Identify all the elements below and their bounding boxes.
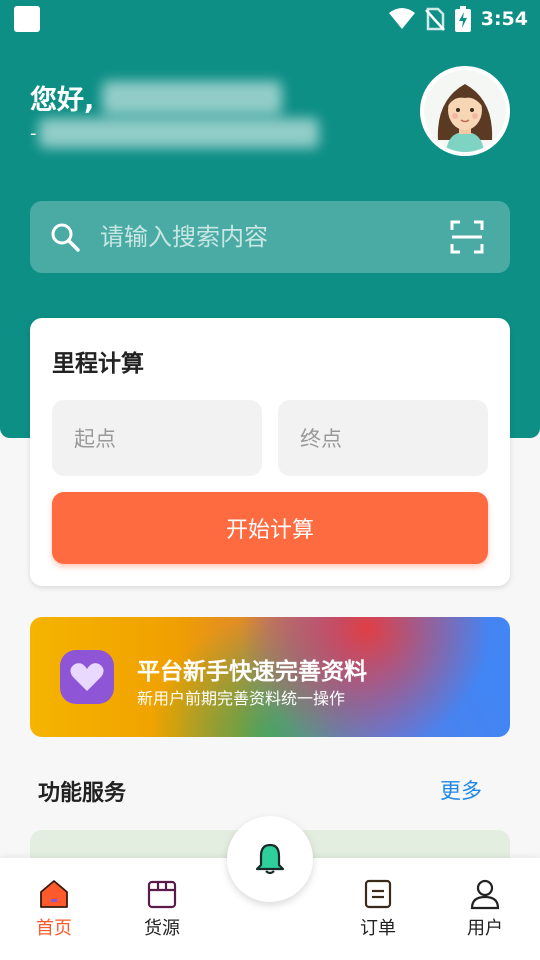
no-sim-icon: [424, 7, 445, 31]
onboarding-banner[interactable]: 平台新手快速完善资料 新用户前期完善资料统一操作: [30, 617, 510, 737]
blurred-user-info: [38, 118, 319, 148]
avatar[interactable]: [420, 66, 510, 156]
subline-prefix: -: [30, 122, 37, 144]
cargo-icon: [147, 880, 177, 909]
home-icon: [40, 880, 68, 908]
wifi-icon: [388, 8, 415, 29]
scan-icon[interactable]: [450, 220, 484, 254]
banner-subtitle: 新用户前期完善资料统一操作: [137, 689, 346, 708]
nav-label-cargo: 货源: [144, 918, 180, 939]
nav-label-orders: 订单: [360, 918, 396, 939]
nav-item-user[interactable]: 用户: [445, 878, 525, 948]
search-icon: [51, 223, 80, 252]
battery-charging-icon: [454, 6, 471, 32]
nav-item-home[interactable]: 首页: [14, 878, 94, 948]
mileage-card: 里程计算 起点 终点 开始计算: [30, 318, 510, 586]
nav-item-cargo[interactable]: 货源: [122, 878, 202, 948]
services-title: 功能服务: [38, 781, 127, 806]
status-time: 3:54: [480, 8, 528, 30]
nav-item-orders[interactable]: 订单: [338, 878, 418, 948]
nav-label-user: 用户: [467, 918, 503, 939]
user-icon: [470, 879, 500, 910]
avatar-girl-icon: [424, 70, 506, 152]
user-subline: -: [30, 118, 319, 148]
status-bar: 3:54: [0, 0, 540, 38]
mileage-title: 里程计算: [52, 351, 144, 377]
order-icon: [364, 879, 392, 909]
greeting: 您好,: [30, 78, 283, 117]
banner-title: 平台新手快速完善资料: [137, 659, 367, 685]
search-bar[interactable]: [30, 201, 510, 273]
end-location-input[interactable]: 终点: [278, 400, 488, 476]
search-input[interactable]: [100, 223, 450, 251]
bell-icon: [255, 843, 285, 875]
nav-label-home: 首页: [36, 918, 72, 939]
notification-bell-button[interactable]: [227, 816, 313, 902]
notification-icon: [14, 6, 40, 32]
heart-icon: [60, 650, 114, 704]
start-location-input[interactable]: 起点: [52, 400, 262, 476]
start-calculation-button[interactable]: 开始计算: [52, 492, 488, 564]
greeting-text: 您好,: [30, 85, 95, 116]
blurred-username: [102, 80, 283, 115]
more-link[interactable]: 更多: [440, 775, 482, 805]
